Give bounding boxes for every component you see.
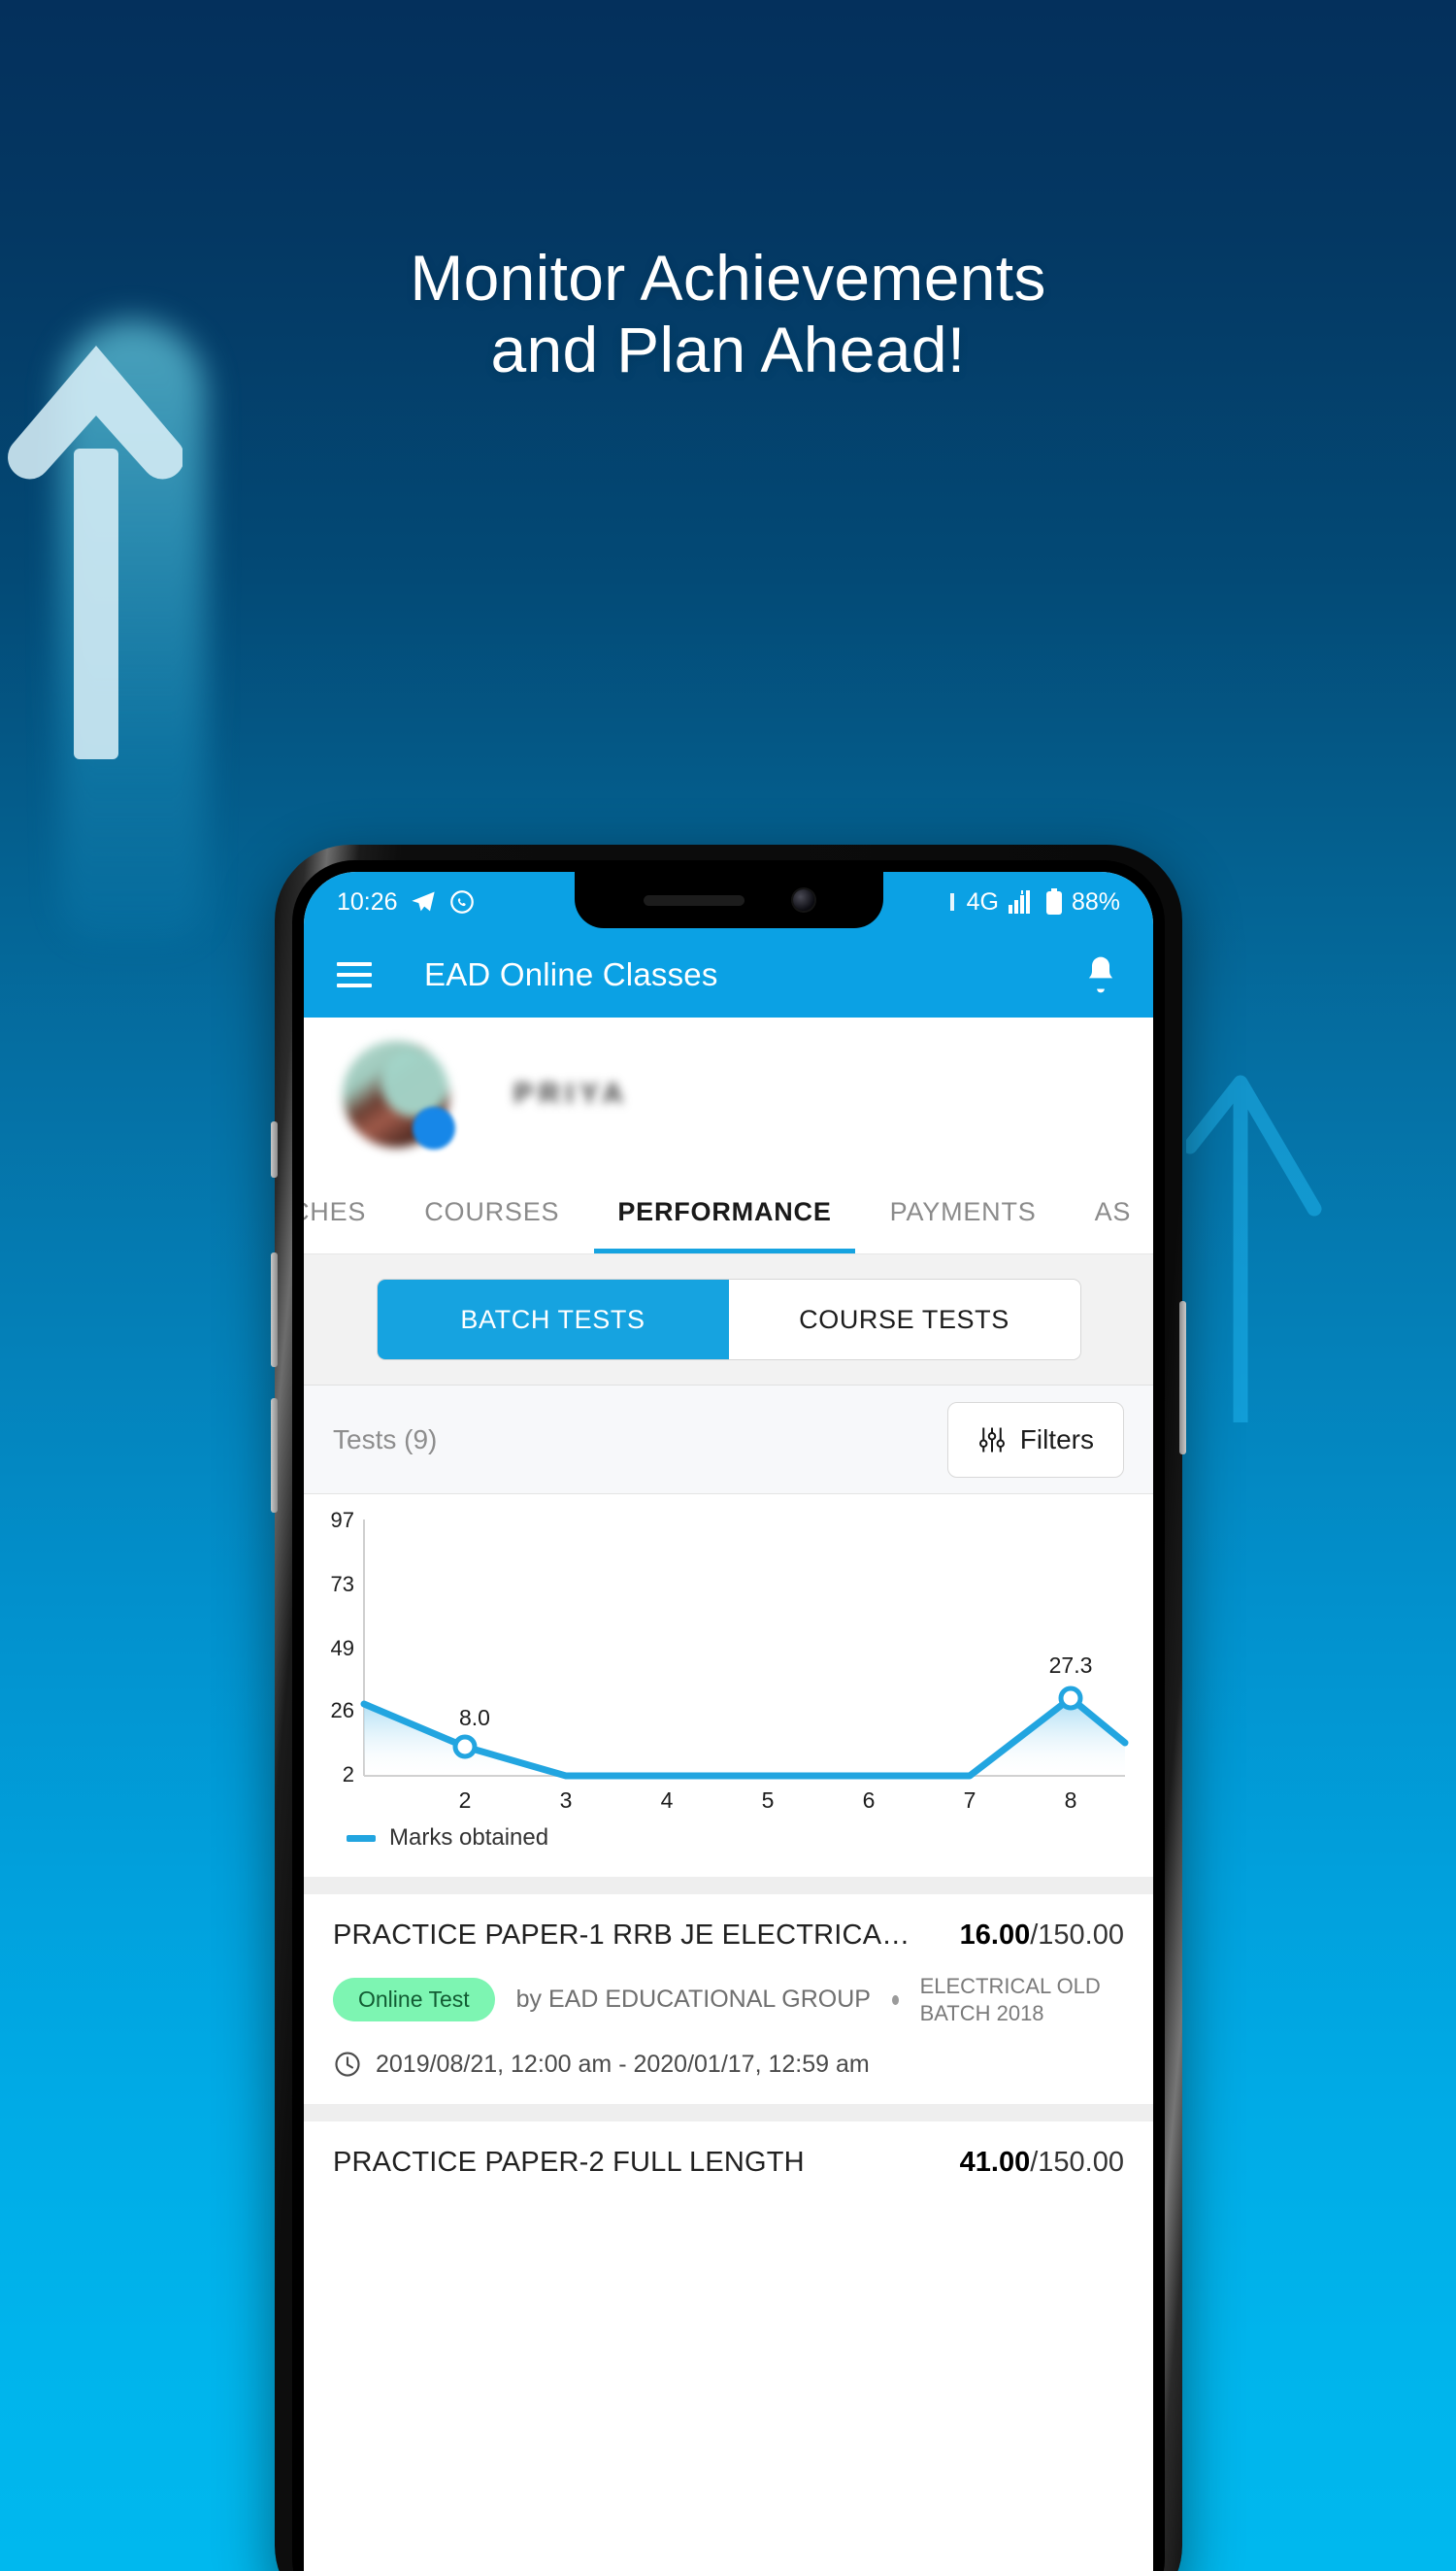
avatar[interactable]: [343, 1041, 455, 1150]
segmented-control-wrap: BATCH TESTS COURSE TESTS: [304, 1254, 1153, 1386]
app-title: EAD Online Classes: [424, 956, 718, 992]
y-tick: 2: [343, 1762, 354, 1786]
x-tick: 8: [1065, 1787, 1077, 1813]
front-camera: [792, 889, 814, 911]
phone-bezel: 10:26 4G 88% EAD Online Classes PRIYA HE…: [292, 860, 1165, 2571]
headline-line-1: Monitor Achievements: [410, 242, 1046, 314]
y-tick: 97: [331, 1512, 354, 1532]
test-score: 41.00/150.00: [960, 2147, 1124, 2179]
headline-line-2: and Plan Ahead!: [490, 313, 966, 385]
test-score-value: 41.00: [959, 2147, 1031, 2178]
whatsapp-icon: [449, 890, 474, 914]
tab-assignments[interactable]: AS: [1066, 1171, 1153, 1253]
test-score-total: /150.00: [1030, 1920, 1124, 1951]
test-title: PRACTICE PAPER-1 RRB JE ELECTRICA…: [333, 1920, 910, 1951]
phone-button-volume-up: [271, 1252, 278, 1367]
phone-button-volume-down: [271, 1398, 278, 1513]
section-divider: [304, 2104, 1153, 2121]
x-tick: 3: [560, 1787, 573, 1813]
status-bar: 10:26 4G 88%: [304, 872, 1153, 932]
chart-legend: Marks obtained: [304, 1822, 1153, 1867]
test-title: PRACTICE PAPER-2 FULL LENGTH: [333, 2147, 805, 2178]
verified-badge-icon: [413, 1107, 455, 1150]
x-tick: 7: [964, 1787, 976, 1813]
status-badge: Online Test: [333, 1978, 495, 2021]
y-tick: 49: [331, 1636, 354, 1660]
test-batch: ELECTRICAL OLD BATCH 2018: [919, 1974, 1101, 2025]
x-tick: 5: [762, 1787, 775, 1813]
profile-name: PRIYA: [513, 1078, 629, 1110]
up-arrow-graphic-right: [1186, 1075, 1322, 1422]
promo-headline: Monitor Achievements and Plan Ahead!: [0, 242, 1456, 386]
segment-course-tests[interactable]: COURSE TESTS: [728, 1280, 1080, 1359]
test-card[interactable]: PRACTICE PAPER-2 FULL LENGTH 41.00/150.0…: [304, 2121, 1153, 2204]
tab-courses[interactable]: COURSES: [395, 1171, 588, 1253]
legend-label: Marks obtained: [389, 1824, 549, 1851]
hamburger-menu-icon[interactable]: [337, 962, 372, 987]
test-date-range: 2019/08/21, 12:00 am - 2020/01/17, 12:59…: [376, 2050, 870, 2078]
legend-swatch: [347, 1834, 376, 1842]
tests-header: Tests (9) Filters: [304, 1386, 1153, 1494]
tests-count-label: Tests (9): [333, 1423, 438, 1454]
phone-screen: 10:26 4G 88% EAD Online Classes PRIYA HE…: [304, 872, 1153, 2571]
x-tick: 4: [661, 1787, 674, 1813]
test-card-meta: Online Test by EAD EDUCATIONAL GROUP ELE…: [333, 1973, 1124, 2026]
chart-point-label: 27.3: [1049, 1653, 1093, 1678]
status-bar-right: 4G 88%: [946, 888, 1120, 917]
chart-x-ticks: 2 3 4 5 6 7 8: [459, 1787, 1077, 1813]
test-score-total: /150.00: [1030, 2147, 1124, 2178]
segment-batch-tests[interactable]: BATCH TESTS: [377, 1280, 729, 1359]
y-tick: 26: [331, 1698, 354, 1722]
phone-button-silent: [271, 1121, 278, 1178]
tab-label: AS: [1094, 1197, 1132, 1226]
chart-point[interactable]: [452, 1734, 478, 1759]
phone-button-power: [1179, 1301, 1186, 1454]
status-bar-left: 10:26: [337, 888, 476, 917]
tab-label: COURSES: [424, 1197, 560, 1226]
status-time: 10:26: [337, 887, 398, 916]
battery-icon: [1045, 888, 1062, 915]
test-score-value: 16.00: [959, 1920, 1031, 1951]
test-card[interactable]: PRACTICE PAPER-1 RRB JE ELECTRICA… 16.00…: [304, 1894, 1153, 2104]
battery-percent: 88%: [1071, 887, 1120, 916]
filters-button[interactable]: Filters: [946, 1401, 1124, 1478]
bell-icon[interactable]: [1081, 953, 1120, 996]
x-tick: 2: [459, 1787, 472, 1813]
app-bar: EAD Online Classes: [304, 932, 1153, 1018]
sliders-icon: [978, 1427, 1005, 1452]
tab-performance[interactable]: PERFORMANCE: [588, 1171, 860, 1253]
y-tick: 73: [331, 1572, 354, 1596]
x-tick: 6: [863, 1787, 876, 1813]
chart-point-label: 8.0: [459, 1705, 490, 1730]
segmented-control[interactable]: BATCH TESTS COURSE TESTS: [377, 1280, 1080, 1359]
up-arrow-graphic-left: [8, 346, 182, 759]
tab-payments[interactable]: PAYMENTS: [861, 1171, 1066, 1253]
tab-label: CHES: [304, 1197, 367, 1226]
phone-mockup: 10:26 4G 88% EAD Online Classes PRIYA HE…: [271, 845, 1186, 2571]
tab-label: PAYMENTS: [889, 1197, 1037, 1226]
chart-point[interactable]: [1058, 1686, 1083, 1711]
test-score: 16.00/150.00: [960, 1920, 1124, 1952]
section-divider: [304, 1877, 1153, 1894]
test-author: by EAD EDUCATIONAL GROUP: [515, 1986, 871, 2013]
signal-bars-icon: [1008, 890, 1030, 914]
chart-y-ticks: 97 73 49 26 2: [331, 1512, 354, 1786]
test-card-date: 2019/08/21, 12:00 am - 2020/01/17, 12:59…: [333, 2050, 1124, 2079]
test-card-top: PRACTICE PAPER-2 FULL LENGTH 41.00/150.0…: [333, 2147, 1124, 2179]
tab-batches[interactable]: CHES: [304, 1171, 395, 1253]
partial-icon: [949, 893, 954, 911]
telegram-icon: [411, 891, 435, 912]
earpiece-speaker: [643, 894, 745, 906]
performance-chart-card: 97 73 49 26 2 8.0 27.3 2 3 4 5 6 7 8 Mar…: [304, 1494, 1153, 1877]
tab-bar[interactable]: CHES COURSES PERFORMANCE PAYMENTS AS: [304, 1171, 1153, 1254]
clock-icon: [335, 2052, 360, 2077]
profile-header[interactable]: PRIYA: [304, 1018, 1153, 1171]
separator-dot: [892, 1994, 899, 2005]
tab-label: PERFORMANCE: [617, 1197, 832, 1226]
marks-line-chart: 97 73 49 26 2 8.0 27.3 2 3 4 5 6 7 8: [331, 1512, 1129, 1813]
phone-notch: [574, 872, 883, 928]
filters-label: Filters: [1019, 1423, 1094, 1454]
test-card-top: PRACTICE PAPER-1 RRB JE ELECTRICA… 16.00…: [333, 1920, 1124, 1952]
network-type: 4G: [966, 887, 999, 916]
